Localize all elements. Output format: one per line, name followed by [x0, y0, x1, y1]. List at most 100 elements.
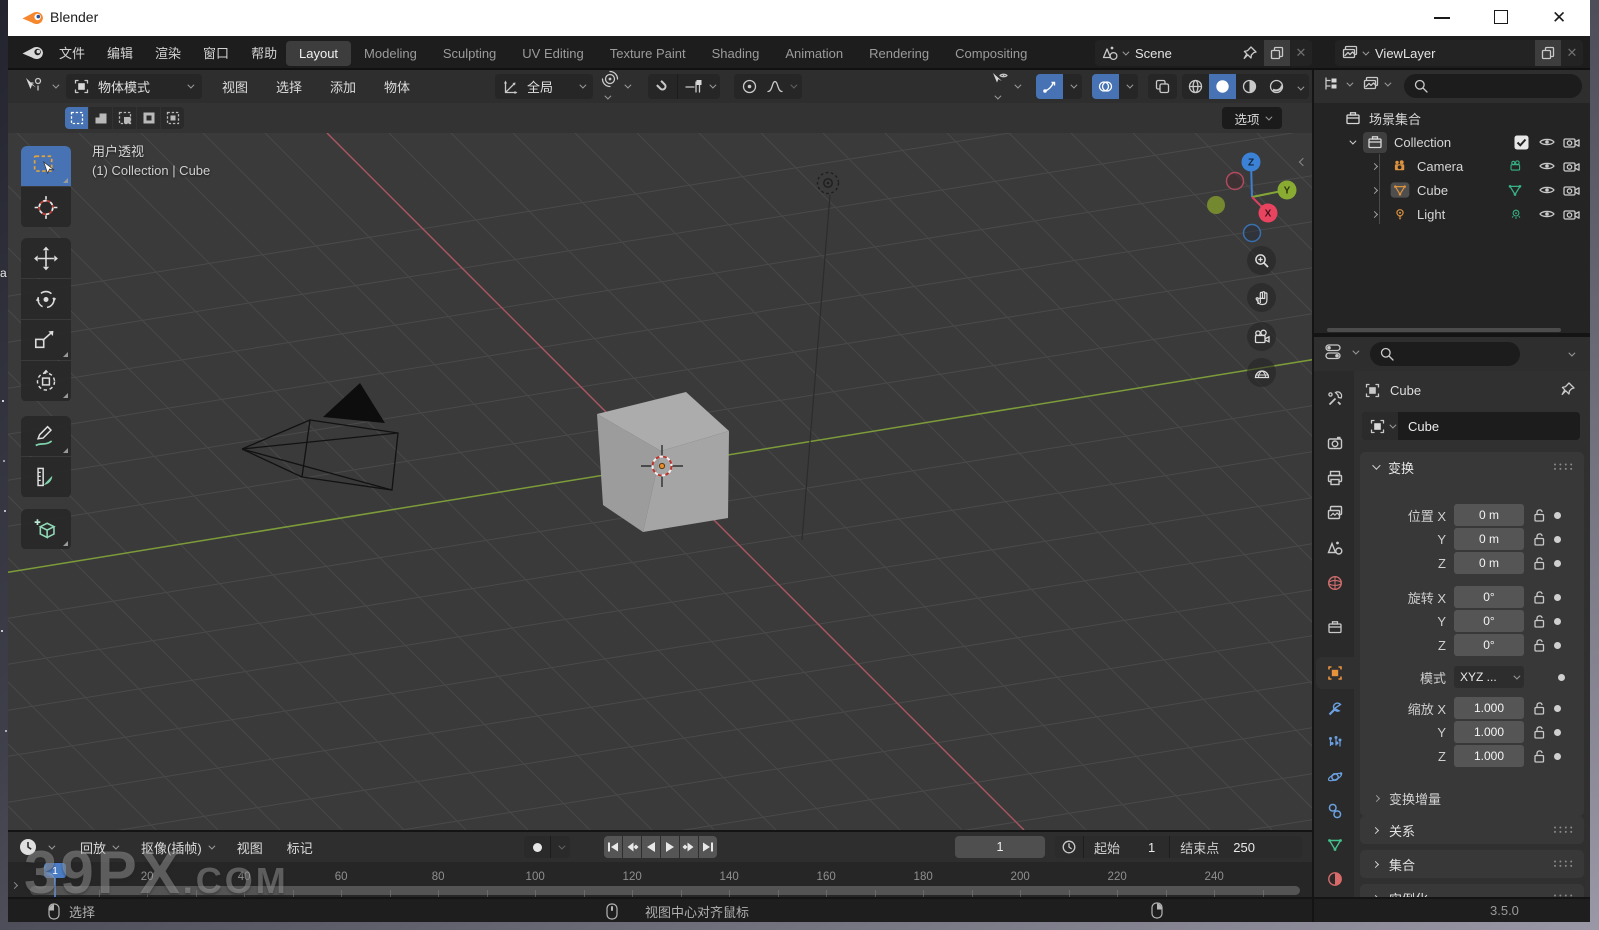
minimize-button[interactable]	[1434, 17, 1450, 19]
lock-icon[interactable]	[1532, 724, 1546, 740]
outliner-row-cube[interactable]: Cube	[1314, 178, 1590, 202]
tool-cursor-3d[interactable]	[21, 187, 71, 227]
pan-hand-icon[interactable]	[1247, 283, 1276, 312]
timeline-expand-icon[interactable]	[10, 876, 19, 891]
lock-icon[interactable]	[1532, 589, 1546, 605]
outliner-search-field[interactable]	[1404, 74, 1582, 98]
drag-handle-icon[interactable]	[1552, 859, 1576, 869]
grid-toggle-icon[interactable]	[1247, 358, 1276, 387]
transform-value-field[interactable]: 1.000	[1454, 721, 1524, 743]
animate-dot[interactable]	[1554, 511, 1561, 519]
jump-start-button[interactable]	[604, 836, 622, 858]
proportional-edit-icon[interactable]	[741, 78, 758, 95]
properties-tab-constraints[interactable]	[1316, 795, 1354, 827]
orientation-dropdown[interactable]: 全局	[495, 74, 593, 99]
drag-handle-icon[interactable]	[1552, 893, 1576, 897]
tab-layout[interactable]: Layout	[286, 40, 352, 66]
camera-view-icon[interactable]	[1247, 322, 1276, 351]
transform-value-field[interactable]: 0 m	[1454, 504, 1524, 526]
lock-icon[interactable]	[1532, 613, 1546, 629]
pivot-dropdown[interactable]	[600, 70, 632, 100]
properties-tab-scene[interactable]	[1316, 532, 1354, 564]
drag-handle-icon[interactable]	[1552, 462, 1576, 472]
outliner-row-scene-collection[interactable]: 场景集合	[1314, 106, 1590, 130]
tool-tweak-select[interactable]	[21, 146, 71, 186]
properties-tab-physics[interactable]	[1316, 761, 1354, 793]
panel-0[interactable]: 关系	[1360, 816, 1584, 844]
drag-handle-icon[interactable]	[1552, 825, 1576, 835]
close-button[interactable]: ✕	[1552, 8, 1566, 28]
menu-4[interactable]: 帮助	[240, 43, 288, 62]
blender-menu-icon[interactable]	[22, 43, 46, 63]
active-tool-button[interactable]	[18, 74, 60, 99]
play-reverse-button[interactable]	[642, 836, 660, 858]
close-icon[interactable]: ✕	[1290, 45, 1312, 61]
transform-value-field[interactable]: 1.000	[1454, 697, 1524, 719]
outliner-row-camera[interactable]: Camera	[1314, 154, 1590, 178]
lock-icon[interactable]	[1532, 748, 1546, 764]
menu-0[interactable]: 文件	[48, 43, 96, 62]
start-frame-value[interactable]: 1	[1148, 840, 1155, 855]
properties-tab-tool[interactable]	[1316, 383, 1354, 415]
tab-texture-paint[interactable]: Texture Paint	[597, 41, 699, 66]
object-name-field[interactable]: Cube	[1362, 412, 1580, 440]
properties-tab-data[interactable]	[1316, 829, 1354, 861]
maximize-button[interactable]	[1494, 10, 1508, 24]
tool-menu-3[interactable]: 物体	[370, 77, 424, 96]
magnet-icon[interactable]	[654, 78, 671, 95]
lock-icon[interactable]	[1532, 507, 1546, 523]
zoom-icon[interactable]	[1247, 246, 1276, 275]
falloff-icon[interactable]	[766, 78, 784, 95]
tab-rendering[interactable]: Rendering	[856, 41, 942, 66]
transform-deltas-subpanel[interactable]: 变换增量	[1360, 786, 1584, 810]
lock-icon[interactable]	[1532, 555, 1546, 571]
tool-move[interactable]	[21, 238, 71, 278]
properties-tab-collection[interactable]	[1316, 611, 1354, 643]
outliner-row-light[interactable]: Light	[1314, 202, 1590, 226]
tool-rotate[interactable]	[21, 279, 71, 319]
transform-value-field[interactable]: 0°	[1454, 586, 1524, 608]
overlays-toggle[interactable]	[1092, 74, 1138, 99]
sidebar-toggle-icon[interactable]	[1298, 153, 1308, 168]
tool-measure[interactable]	[21, 457, 71, 497]
proportional-edit-group[interactable]	[734, 74, 802, 99]
properties-search-field[interactable]	[1370, 342, 1520, 366]
tab-compositing[interactable]: Compositing	[942, 41, 1040, 66]
tab-shading[interactable]: Shading	[699, 41, 773, 66]
lock-icon[interactable]	[1532, 637, 1546, 653]
outliner-filter-button[interactable]	[1322, 75, 1354, 93]
properties-tab-particles[interactable]	[1316, 727, 1354, 759]
tool-menu-2[interactable]: 添加	[316, 77, 370, 96]
camera-toggle-icon[interactable]	[1562, 135, 1580, 149]
tool-annotate[interactable]	[21, 416, 71, 456]
properties-tab-render[interactable]	[1316, 427, 1354, 459]
transform-value-field[interactable]: 0°	[1454, 610, 1524, 632]
properties-tab-output[interactable]	[1316, 462, 1354, 494]
jump-end-button[interactable]	[699, 836, 717, 858]
current-frame-field[interactable]: 1	[955, 836, 1045, 858]
properties-editor-button[interactable]	[1324, 342, 1360, 362]
scene-selector[interactable]: Scene ✕	[1095, 40, 1312, 66]
pin-icon[interactable]	[1560, 381, 1576, 397]
tool-add-cube[interactable]	[21, 509, 71, 549]
prev-keyframe-button[interactable]	[623, 836, 641, 858]
properties-tab-world[interactable]	[1316, 567, 1354, 599]
camera-toggle-icon[interactable]	[1562, 159, 1580, 173]
show-overlays-icon[interactable]	[1092, 74, 1119, 99]
properties-tab-object[interactable]	[1316, 657, 1354, 689]
animate-dot[interactable]	[1554, 559, 1561, 567]
shading-dropdown-chevron[interactable]	[1297, 79, 1305, 94]
auto-keying-group[interactable]	[524, 836, 570, 858]
navigation-gizmo[interactable]: Z Y X	[1204, 139, 1304, 255]
eye-icon[interactable]	[1538, 207, 1556, 221]
properties-tab-view-layer[interactable]	[1316, 497, 1354, 529]
gizmo-toggle[interactable]	[1036, 74, 1082, 99]
animate-dot[interactable]	[1554, 728, 1561, 736]
tool-scale[interactable]	[21, 320, 71, 360]
panel-1[interactable]: 集合	[1360, 850, 1584, 878]
copy-icon[interactable]	[1264, 40, 1290, 66]
tab-animation[interactable]: Animation	[772, 41, 856, 66]
camera-toggle-icon[interactable]	[1562, 207, 1580, 221]
select-mode-invert[interactable]	[137, 107, 160, 129]
object-visibility-button[interactable]	[990, 72, 1022, 100]
